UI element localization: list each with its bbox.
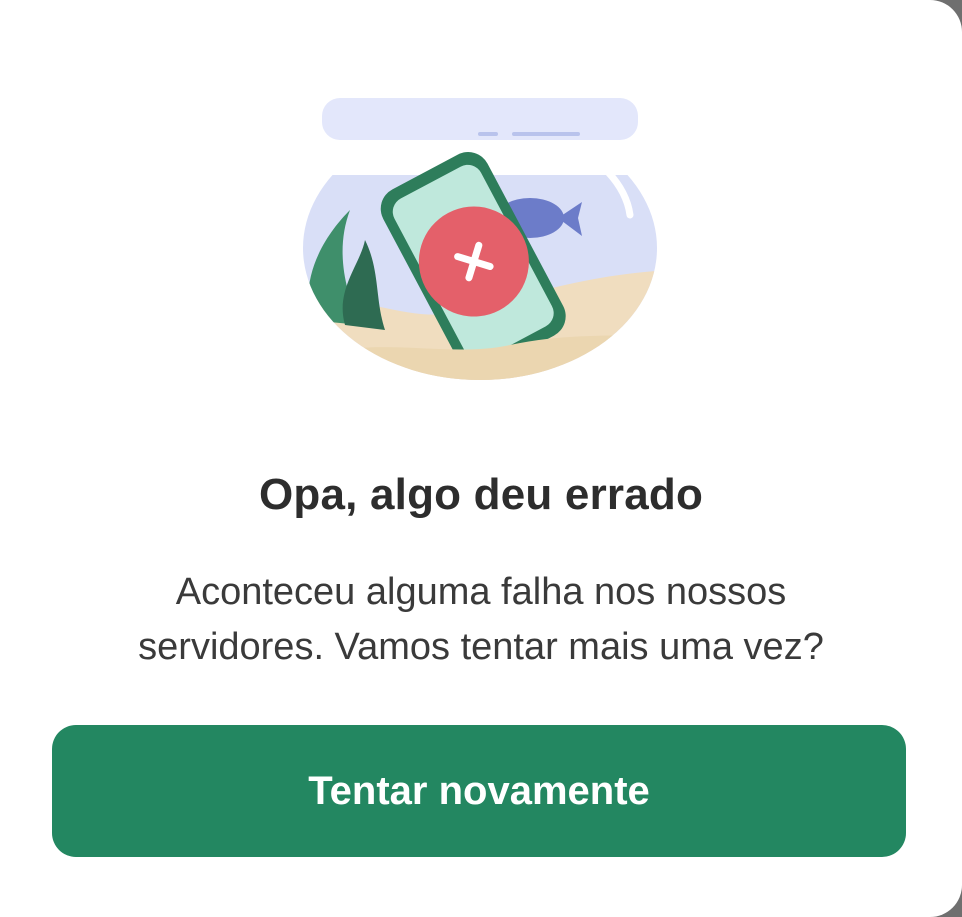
error-message-line-1: Aconteceu alguma falha nos nossos [175, 571, 787, 613]
error-message: Aconteceu alguma falha nos nossos servid… [0, 565, 962, 675]
error-dialog: Opa, algo deu errado Aconteceu alguma fa… [0, 0, 962, 917]
error-message-line-2: servidores. Vamos tentar mais uma vez? [138, 626, 824, 668]
error-title: Opa, algo deu errado [258, 470, 704, 519]
retry-button[interactable]: Tentar novamente [52, 725, 906, 857]
fishbowl-phone-error-illustration [303, 98, 657, 380]
